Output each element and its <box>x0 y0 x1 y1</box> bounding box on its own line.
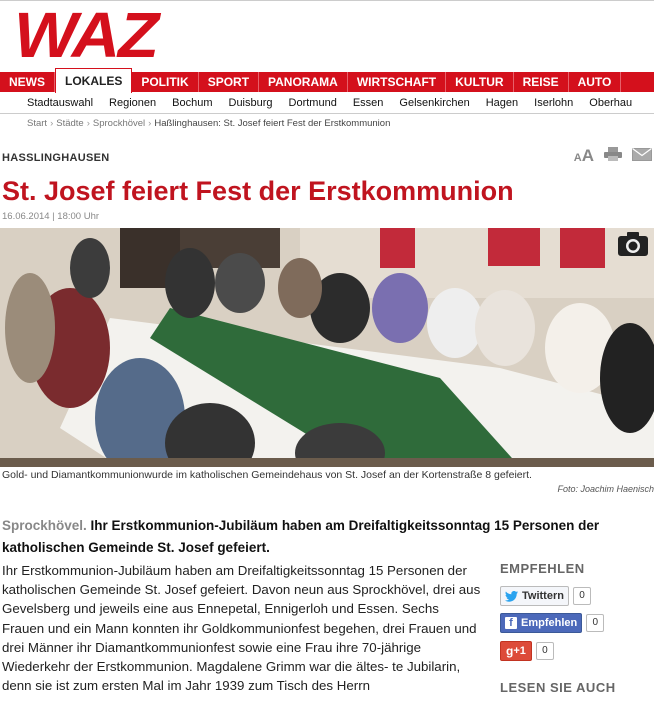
print-icon[interactable] <box>604 147 622 166</box>
twitter-label: Twittern <box>522 590 564 602</box>
breadcrumb-start[interactable]: Start <box>27 118 47 129</box>
facebook-button[interactable]: f Empfehlen <box>500 613 583 633</box>
facebook-share: f Empfehlen 0 <box>500 613 605 633</box>
nav-item-panorama[interactable]: PANORAMA <box>259 72 348 92</box>
nav-item-lokales[interactable]: LOKALES <box>55 68 133 93</box>
twitter-button[interactable]: Twittern <box>500 586 569 606</box>
font-size-control[interactable]: AA <box>574 146 594 166</box>
main-navigation: NEWS LOKALES POLITIK SPORT PANORAMA WIRT… <box>0 68 654 93</box>
subnav-item-dortmund[interactable]: Dortmund <box>281 93 345 113</box>
sidebar: EMPFEHLEN Twittern 0 f Empfehlen 0 g +1 0… <box>500 561 650 695</box>
article-date: 16.06.2014 | 18:00 Uhr <box>2 211 100 222</box>
nav-item-wirtschaft[interactable]: WIRTSCHAFT <box>348 72 447 92</box>
nav-item-news[interactable]: NEWS <box>0 72 55 92</box>
email-icon[interactable] <box>632 148 652 166</box>
nav-item-reise[interactable]: REISE <box>514 72 569 92</box>
twitter-count: 0 <box>572 587 591 605</box>
article-tools: AA <box>574 146 652 166</box>
nav-item-politik[interactable]: POLITIK <box>132 72 199 92</box>
read-also-heading: LESEN SIE AUCH <box>500 680 616 695</box>
breadcrumb-current: Haßlinghausen: St. Josef feiert Fest der… <box>154 118 391 129</box>
lead-location: Sprockhövel. <box>2 518 87 533</box>
article-title: St. Josef feiert Fest der Erstkommunion <box>2 176 514 206</box>
font-smaller[interactable]: A <box>574 152 582 164</box>
breadcrumb-city[interactable]: Sprockhövel <box>93 118 145 129</box>
photo-illustration <box>0 228 654 467</box>
subnav-item-duisburg[interactable]: Duisburg <box>221 93 281 113</box>
facebook-label: Empfehlen <box>521 617 578 629</box>
gplus-count: 0 <box>535 642 554 660</box>
facebook-icon: f <box>505 617 517 629</box>
facebook-count: 0 <box>586 614 605 632</box>
subnav-item-gelsenkirchen[interactable]: Gelsenkirchen <box>391 93 477 113</box>
recommend-heading: EMPFEHLEN <box>500 561 585 576</box>
article-body: Ihr Erstkommunion-Jubiläum haben am Drei… <box>2 563 481 694</box>
gplus-label: +1 <box>513 645 526 657</box>
nav-item-sport[interactable]: SPORT <box>199 72 260 92</box>
font-larger[interactable]: A <box>582 146 594 165</box>
subnav-item-oberhausen[interactable]: Oberhau <box>581 93 640 113</box>
gplus-button[interactable]: g +1 <box>500 641 532 661</box>
subnav-item-bochum[interactable]: Bochum <box>164 93 220 113</box>
photo-credit: Foto: Joachim Haenisch <box>557 484 654 494</box>
article-photo[interactable] <box>0 228 654 467</box>
nav-item-kultur[interactable]: KULTUR <box>446 72 514 92</box>
waz-logo[interactable]: WAZ <box>14 3 159 67</box>
nav-item-auto[interactable]: AUTO <box>569 72 622 92</box>
lead-text: Ihr Erstkommunion-Jubiläum haben am Drei… <box>2 518 600 555</box>
subnav-item-stadtauswahl[interactable]: Stadtauswahl <box>0 93 101 113</box>
subnav-item-essen[interactable]: Essen <box>345 93 392 113</box>
subnav-item-iserlohn[interactable]: Iserlohn <box>526 93 581 113</box>
twitter-bird-icon <box>505 590 518 602</box>
gplus-share: g +1 0 <box>500 641 554 661</box>
twitter-share: Twittern 0 <box>500 586 591 606</box>
subnav-item-hagen[interactable]: Hagen <box>478 93 526 113</box>
photo-caption: Gold- und Diamantkommunionwurde im katho… <box>2 469 532 481</box>
subnav-item-regionen[interactable]: Regionen <box>101 93 164 113</box>
gplus-icon: g <box>506 644 514 658</box>
breadcrumb: Start › Städte › Sprockhövel › Haßlinghausen: … <box>27 118 391 129</box>
breadcrumb-staedte[interactable]: Städte <box>56 118 83 129</box>
article-kicker: HASSLINGHAUSEN <box>2 152 110 164</box>
sub-navigation: Stadtauswahl Regionen Bochum Duisburg Do… <box>0 93 654 114</box>
article-lead: Sprockhövel. Ihr Erstkommunion-Jubiläum … <box>2 515 652 559</box>
